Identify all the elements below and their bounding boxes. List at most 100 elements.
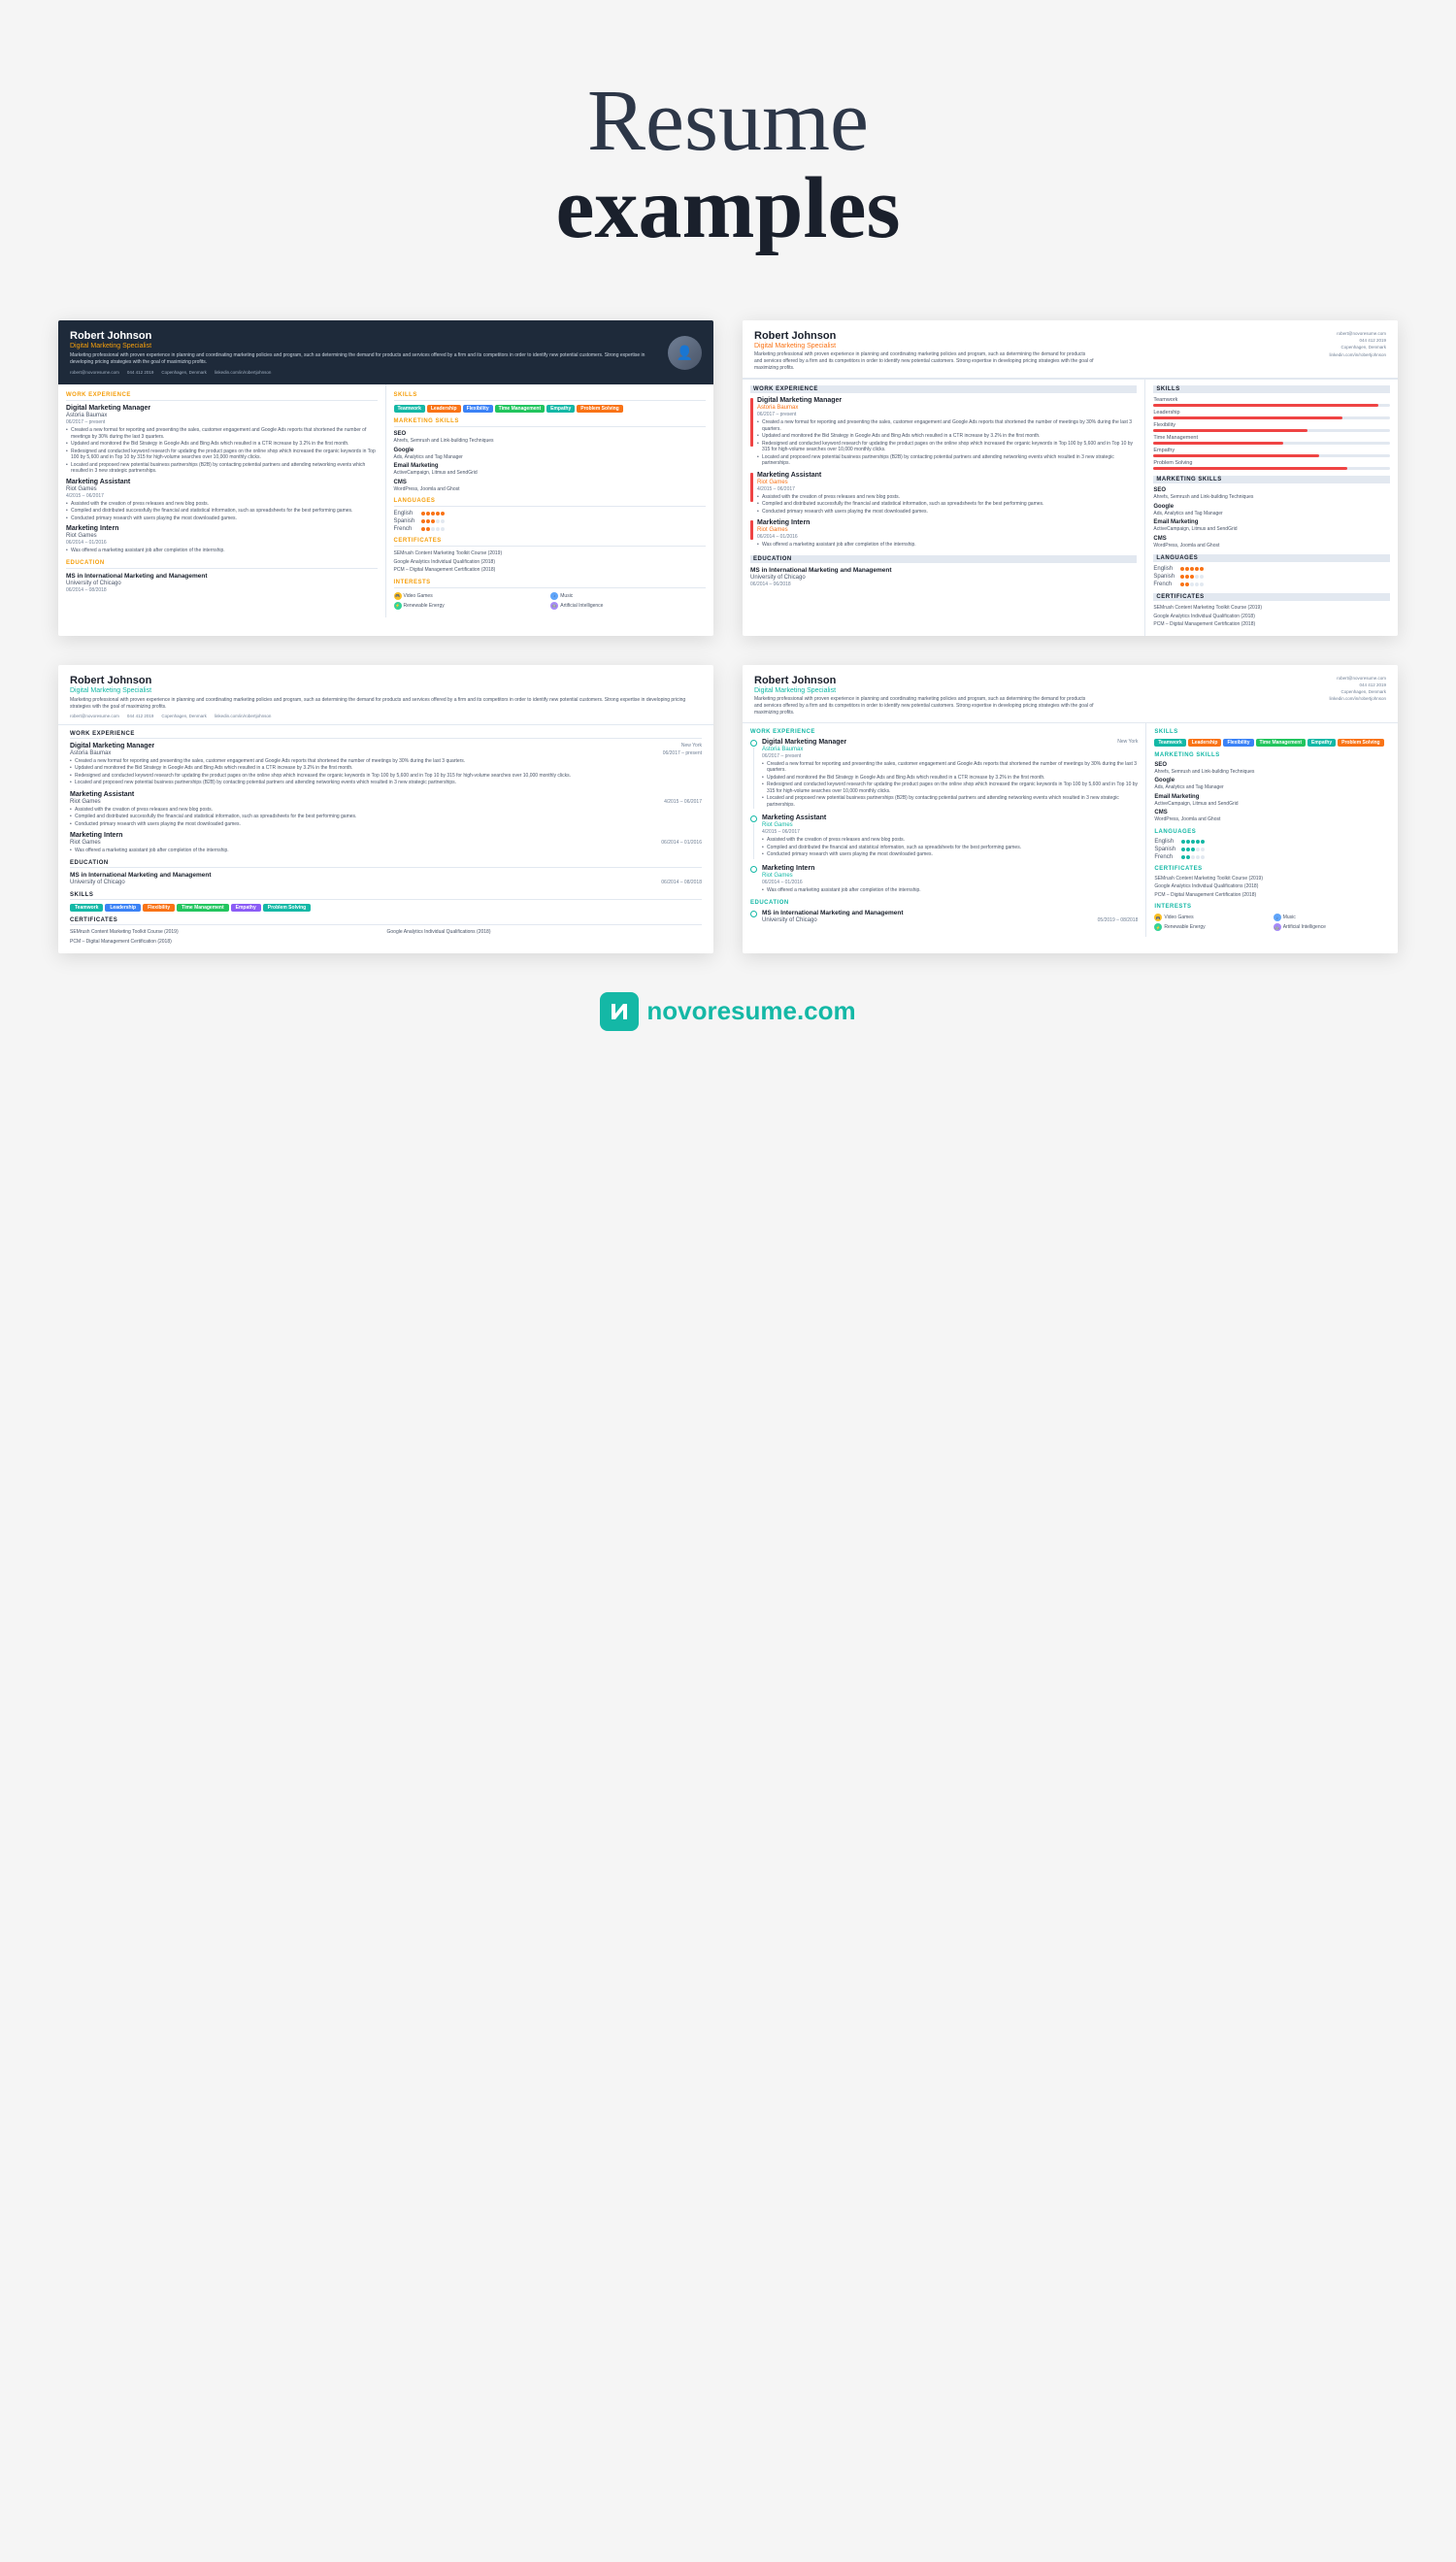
r4-lang-spanish-name: Spanish xyxy=(1154,847,1178,852)
r3-skill-time-mgmt: Time Management xyxy=(177,904,229,912)
r3-skill-problem-solving: Problem Solving xyxy=(263,904,311,912)
r3-cert-3: PCM – Digital Management Certification (… xyxy=(70,939,385,946)
r4-cert-1: SEMrush Content Marketing Toolkit Course… xyxy=(1154,876,1390,882)
r4-job1-location: New York xyxy=(1117,739,1138,745)
resume4-contact: robert@novoresume.com 044 412 2019 Copen… xyxy=(1329,675,1386,716)
r4-mktg-google: Google Ads, Analytics and Tag Manager xyxy=(1154,778,1390,791)
resume3-title: Digital Marketing Specialist xyxy=(70,687,702,694)
r3-edu-dates: 06/2014 – 08/2018 xyxy=(661,880,702,886)
r1-interests: 🎮 Video Games ♪ Music ⚡ Renewable Energy xyxy=(394,592,707,610)
r4-skill-flexibility: Flexibility xyxy=(1223,739,1253,747)
r1-mktg-seo: SEO Ahrefs, Semrush and Link-building Te… xyxy=(394,431,707,445)
resume2-right: SKILLS Teamwork Leadership Flexibility xyxy=(1145,380,1398,636)
footer-domain-text: novoresume xyxy=(646,996,797,1025)
r2-cert-2: Google Analytics Individual Qualificatio… xyxy=(1153,614,1390,620)
r1-cert-2: Google Analytics Individual Qualificatio… xyxy=(394,559,707,566)
r4-mktg-cms: CMS WordPress, Joomla and Ghost xyxy=(1154,810,1390,823)
r2-lang-spanish-name: Spanish xyxy=(1153,574,1177,580)
resume1-linkedin: linkedin.com/in/robertjohnson xyxy=(215,370,272,375)
r3-job1-b3: Redesigned and conducted keyword researc… xyxy=(70,773,702,780)
r3-skill-tags: Teamwork Leadership Flexibility Time Man… xyxy=(70,904,702,912)
resume-card-4: Robert Johnson Digital Marketing Special… xyxy=(743,665,1398,953)
r4-job1: Digital Marketing Manager New York Astor… xyxy=(750,739,1138,810)
r1-lang-spanish-dots xyxy=(421,519,445,523)
r4-job3-content: Marketing Intern Riot Games 06/2014 – 01… xyxy=(762,865,1138,895)
r1-lang-spanish: Spanish xyxy=(394,518,707,524)
r2-lang-spanish: Spanish xyxy=(1153,574,1390,580)
resume1-right: SKILLS Teamwork Leadership Flexibility T… xyxy=(386,384,714,617)
resume4-location: Copenhagen, Denmark xyxy=(1329,688,1386,695)
resume2-title: Digital Marketing Specialist xyxy=(754,343,1094,349)
r3-work-title: WORK EXPERIENCE xyxy=(70,731,702,739)
novoresume-logo[interactable] xyxy=(600,992,639,1031)
r2-skills-title: SKILLS xyxy=(1153,385,1390,393)
r1-lang-english-name: English xyxy=(394,511,418,516)
footer-tld: .com xyxy=(797,996,856,1025)
resume4-left: WORK EXPERIENCE Digital Marketing Manage… xyxy=(743,723,1145,938)
r4-lang-title: LANGUAGES xyxy=(1154,829,1390,835)
page-header: Resume examples xyxy=(58,39,1398,301)
r2-job1-company: Astoria Baumax xyxy=(757,405,1137,411)
resume3-email: robert@novoresume.com xyxy=(70,714,119,718)
r2-edu-title: EDUCATION xyxy=(750,555,1137,563)
skill-tag-problem-solving: Problem Solving xyxy=(577,405,622,413)
r1-lang-title: LANGUAGES xyxy=(394,498,707,507)
r1-job3-note: Was offered a marketing assistant job af… xyxy=(66,548,378,554)
r2-cert-title: CERTIFICATES xyxy=(1153,593,1390,601)
r3-skill-empathy: Empathy xyxy=(231,904,261,912)
r2-job3-dates: 06/2014 – 01/2016 xyxy=(757,534,1137,540)
resume4-phone: 044 412 2019 xyxy=(1329,682,1386,688)
r4-music-icon: ♪ xyxy=(1274,914,1281,921)
r1-mktg-google: Google Ads, Analytics and Tag Manager xyxy=(394,448,707,461)
r2-skill-leadership: Leadership xyxy=(1153,410,1390,419)
r1-mktg-cms: CMS WordPress, Joomla and Ghost xyxy=(394,480,707,493)
r4-job2-b2: Compiled and distributed the financial a… xyxy=(762,845,1138,851)
resume2-body: WORK EXPERIENCE Digital Marketing Manage… xyxy=(743,380,1398,636)
r1-lang-french-dots xyxy=(421,527,445,531)
resume1-contact: robert@novoresume.com 044 412 2019 Copen… xyxy=(70,370,658,375)
r4-interest-music: ♪ Music xyxy=(1274,914,1390,921)
skill-tag-teamwork: Teamwork xyxy=(394,405,425,413)
r2-job3-company: Riot Games xyxy=(757,527,1137,533)
r4-cert-title: CERTIFICATES xyxy=(1154,866,1390,872)
r1-job1-b3: Redesigned and conducted keyword researc… xyxy=(66,449,378,461)
resume4-header-left: Robert Johnson Digital Marketing Special… xyxy=(754,675,1094,716)
r1-edu-dates: 06/2014 – 08/2018 xyxy=(66,587,378,593)
resume2-header-left: Robert Johnson Digital Marketing Special… xyxy=(754,330,1094,372)
r2-skill-empathy: Empathy xyxy=(1153,448,1390,457)
r2-mktg-seo: SEO Ahrefs, Semrush and Link-building Te… xyxy=(1153,487,1390,501)
r4-job2: Marketing Assistant Riot Games 4/2015 – … xyxy=(750,815,1138,859)
r4-edu-degree: MS in International Marketing and Manage… xyxy=(762,910,1138,916)
r4-work-title: WORK EXPERIENCE xyxy=(750,729,1138,735)
r2-job3-title: Marketing Intern xyxy=(757,519,1137,526)
resume1-left: WORK EXPERIENCE Digital Marketing Manage… xyxy=(58,384,386,617)
r1-job2-dates: 4/2015 – 06/2017 xyxy=(66,493,378,499)
resume3-location: Copenhagen, Denmark xyxy=(161,714,207,718)
r3-job1-company: Astoria Baumax xyxy=(70,750,111,757)
r1-google-name: Google xyxy=(394,448,707,453)
r4-job2-line xyxy=(753,823,754,859)
r3-job1: Digital Marketing Manager New York Astor… xyxy=(70,743,702,786)
r4-edu-dates: 05/2019 – 08/2018 xyxy=(1098,917,1139,924)
skill-tag-flexibility: Flexibility xyxy=(463,405,493,413)
r4-mktg-seo: SEO Ahrefs, Semrush and Link-building Te… xyxy=(1154,762,1390,776)
r4-edu-school: University of Chicago xyxy=(762,917,817,923)
footer-domain: novoresume.com xyxy=(646,996,855,1026)
r4-job2-dates: 4/2015 – 06/2017 xyxy=(762,829,1138,835)
r3-job3: Marketing Intern Riot Games 06/2014 – 01… xyxy=(70,832,702,854)
skill-tag-time-mgmt: Time Management xyxy=(495,405,546,413)
r3-job1-dates: 06/2017 – present xyxy=(663,750,702,756)
resume3-name: Robert Johnson xyxy=(70,675,702,686)
renewable-icon: ⚡ xyxy=(394,602,402,610)
resume2-name: Robert Johnson xyxy=(754,330,1094,342)
r2-skill-time-mgmt: Time Management xyxy=(1153,435,1390,445)
r4-job1-title: Digital Marketing Manager xyxy=(762,739,846,746)
resume4-header: Robert Johnson Digital Marketing Special… xyxy=(743,665,1398,723)
r2-job1-b2: Updated and monitored the Bid Strategy i… xyxy=(757,433,1137,440)
r3-job3-note: Was offered a marketing assistant job af… xyxy=(70,848,702,854)
resume4-right: SKILLS Teamwork Leadership Flexibility T… xyxy=(1145,723,1398,938)
r1-job3-title: Marketing Intern xyxy=(66,525,378,532)
r1-edu-degree: MS in International Marketing and Manage… xyxy=(66,573,378,580)
r1-job3-company: Riot Games xyxy=(66,533,378,539)
r4-job1-dot xyxy=(750,740,757,747)
